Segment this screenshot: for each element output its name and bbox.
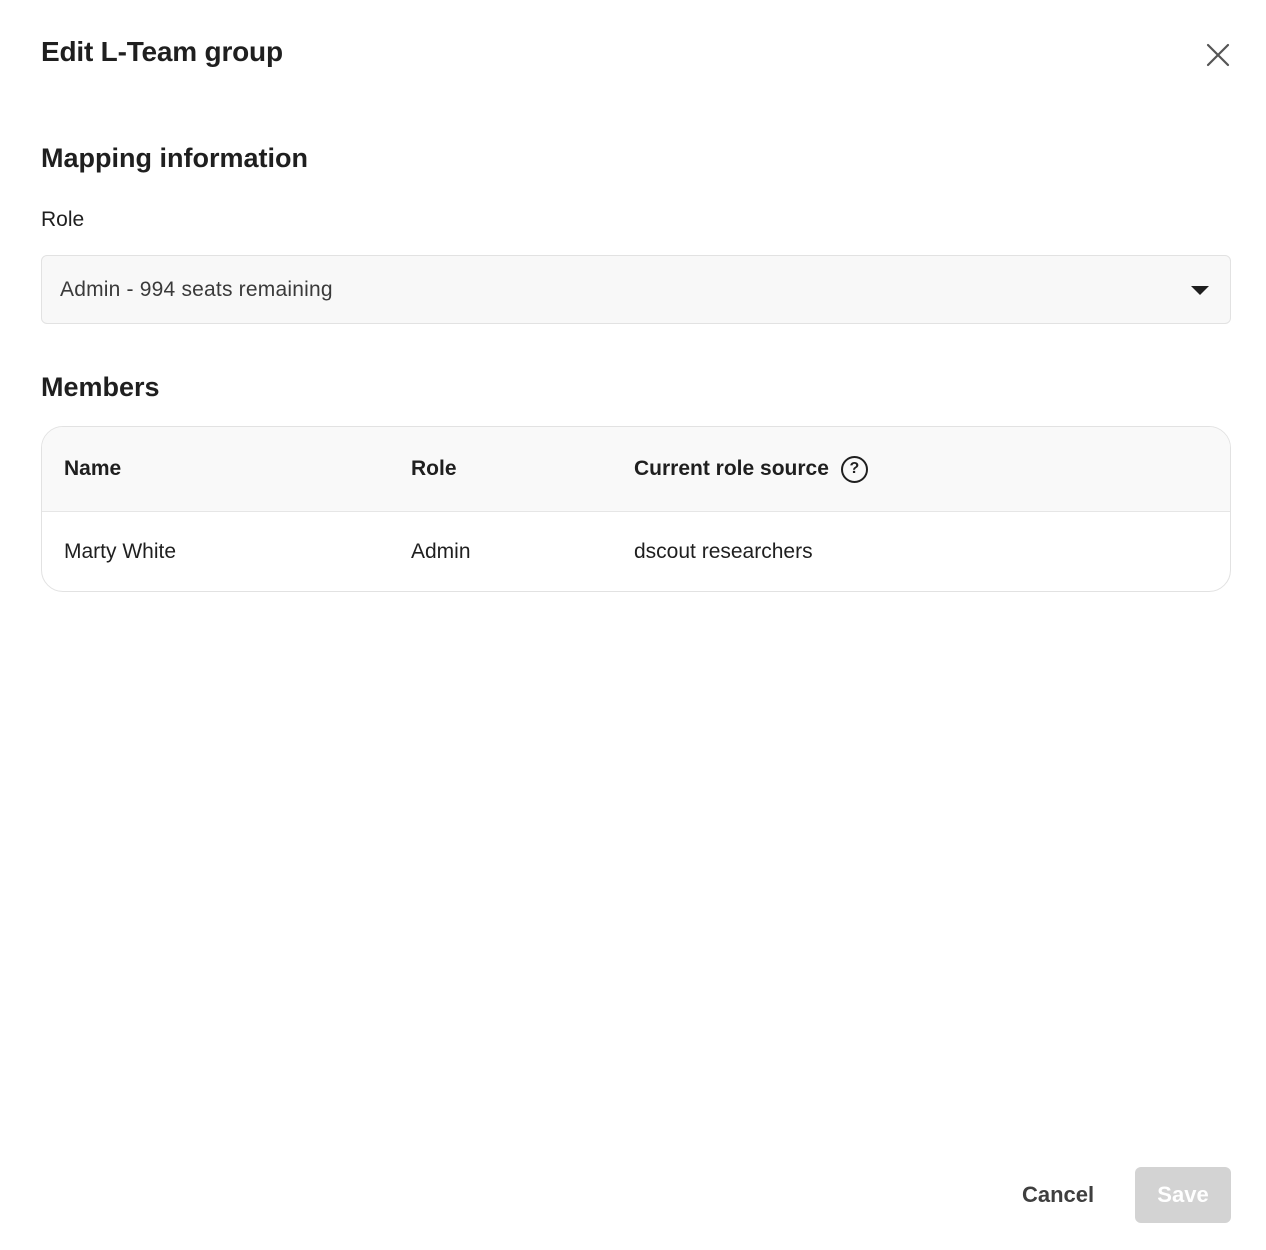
- modal-title: Edit L-Team group: [41, 36, 283, 67]
- role-select[interactable]: Admin - 994 seats remaining: [41, 255, 1231, 324]
- save-button[interactable]: Save: [1135, 1167, 1231, 1223]
- members-table: Name Role Current role source ? Marty Wh…: [41, 426, 1231, 592]
- table-row: Marty White Admin dscout researchers: [42, 512, 1230, 591]
- close-button[interactable]: [1200, 37, 1236, 73]
- member-role: Admin: [411, 540, 471, 563]
- member-name: Marty White: [64, 540, 177, 563]
- cancel-button[interactable]: Cancel: [1002, 1167, 1114, 1223]
- table-header-row: Name Role Current role source ?: [42, 427, 1230, 512]
- help-circle-icon[interactable]: ?: [840, 455, 868, 483]
- close-icon: [1206, 43, 1230, 67]
- column-header-source: Current role source ?: [634, 427, 868, 511]
- role-field-label: Role: [41, 208, 85, 231]
- member-role-source: dscout researchers: [634, 540, 813, 563]
- column-header-source-label: Current role source: [634, 457, 829, 480]
- caret-down-icon: [1191, 286, 1209, 295]
- role-select-value: Admin - 994 seats remaining: [60, 277, 333, 301]
- column-header-role: Role: [411, 457, 457, 480]
- edit-group-modal: Edit L-Team group Mapping information Ro…: [0, 0, 1266, 1250]
- members-section-title: Members: [41, 372, 160, 402]
- mapping-section-title: Mapping information: [41, 143, 308, 173]
- column-header-name: Name: [64, 457, 122, 480]
